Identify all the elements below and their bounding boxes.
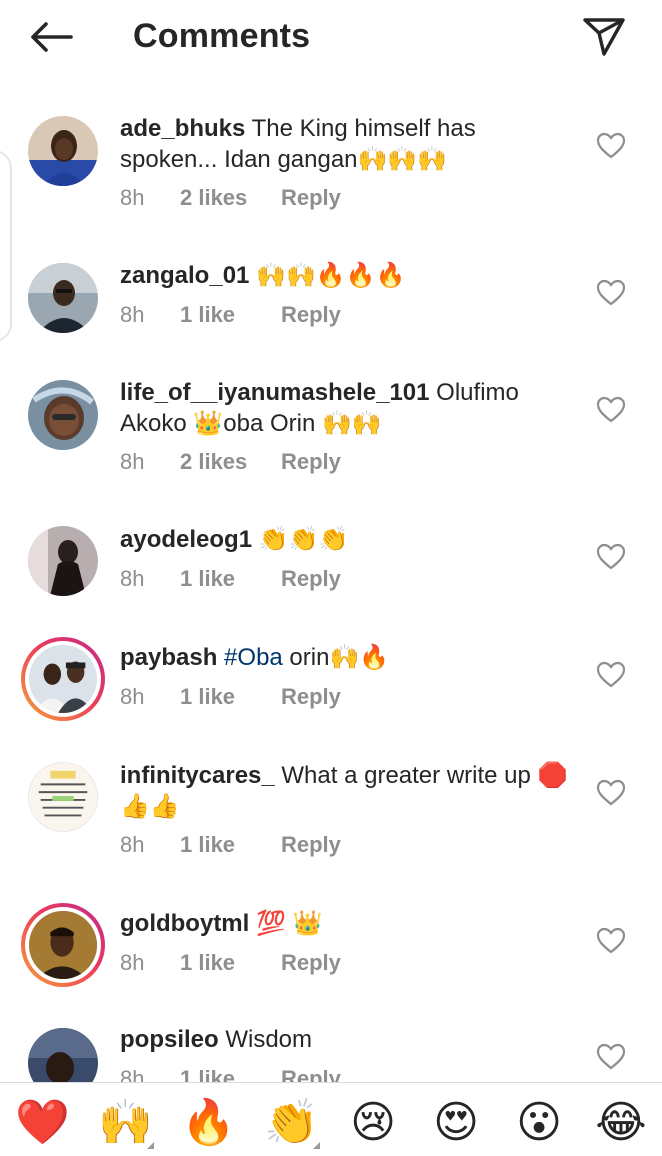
comment-item: zangalo_01 🙌🙌🔥🔥🔥 8h 1 like Reply: [0, 194, 662, 333]
share-button[interactable]: [578, 12, 630, 62]
reaction-raised-hands[interactable]: 🙌: [98, 1097, 154, 1149]
comment-likes[interactable]: 1 like: [180, 1065, 281, 1082]
hashtag-link[interactable]: #Oba: [224, 644, 283, 671]
heart-icon[interactable]: [596, 661, 626, 689]
comment-meta: 8h 1 like Reply: [120, 1065, 341, 1082]
comment-text: paybash #Oba orin🙌🔥: [120, 642, 570, 673]
reaction-heart-eyes[interactable]: 😍: [430, 1097, 482, 1149]
comment-username[interactable]: goldboytml: [120, 910, 249, 937]
comment-text: popsileo Wisdom: [120, 1024, 570, 1055]
comment-username[interactable]: life_of__iyanumashele_101: [120, 379, 430, 406]
surprised-face-icon: 😮: [516, 1098, 562, 1147]
comment-text: infinitycares_ What a greater write up 🛑…: [120, 760, 570, 822]
comment-text: zangalo_01 🙌🙌🔥🔥🔥: [120, 260, 570, 291]
reaction-clap[interactable]: 👏: [264, 1097, 320, 1149]
heart-icon[interactable]: [596, 927, 626, 955]
comment-item: infinitycares_ What a greater write up 🛑…: [0, 695, 662, 857]
reply-button[interactable]: Reply: [281, 1065, 341, 1082]
laughing-face-icon: 😂: [595, 1098, 647, 1147]
heart-icon[interactable]: [596, 779, 626, 807]
comment-item: goldboytml 💯 👑 8h 1 like Reply: [0, 843, 662, 987]
avatar[interactable]: [28, 380, 98, 450]
comment-username[interactable]: popsileo: [120, 1026, 219, 1053]
back-button[interactable]: [26, 14, 76, 60]
comment-username[interactable]: paybash: [120, 644, 217, 671]
clapping-hands-icon: 👏: [264, 1098, 319, 1147]
more-indicator: [313, 1142, 320, 1149]
quick-reaction-bar: ❤️ 🙌 🔥 👏 😢 😍 😮 😂: [0, 1082, 662, 1156]
comment-text: ayodeleog1 👏👏👏: [120, 524, 570, 555]
heart-icon[interactable]: [596, 132, 626, 160]
page-title: Comments: [133, 17, 311, 55]
heart-icon[interactable]: [596, 396, 626, 424]
top-bar: Comments: [0, 0, 662, 76]
more-indicator: [147, 1142, 154, 1149]
reaction-surprised[interactable]: 😮: [513, 1097, 565, 1149]
avatar[interactable]: [28, 116, 98, 186]
arrow-left-icon: [31, 22, 73, 52]
heart-icon[interactable]: [596, 543, 626, 571]
fire-icon: 🔥: [181, 1098, 236, 1147]
heart-icon[interactable]: [596, 279, 626, 307]
red-heart-icon: ❤️: [15, 1098, 70, 1147]
comment-username[interactable]: infinitycares_: [120, 762, 275, 789]
comment-item: paybash #Oba orin🙌🔥 8h 1 like Reply: [0, 577, 662, 721]
comment-username[interactable]: ade_bhuks: [120, 115, 245, 142]
reaction-laughing[interactable]: 😂: [595, 1097, 647, 1149]
raised-hands-icon: 🙌: [98, 1098, 153, 1147]
avatar[interactable]: [28, 762, 98, 832]
paper-plane-icon: [583, 18, 625, 56]
reaction-fire[interactable]: 🔥: [181, 1097, 236, 1149]
comment-time: 8h: [120, 1066, 145, 1082]
comment-item: life_of__iyanumashele_101 Olufimo Akoko …: [0, 312, 662, 474]
heart-icon[interactable]: [596, 1043, 626, 1071]
crying-face-icon: 😢: [350, 1098, 396, 1147]
comment-item: ade_bhuks The King himself has spoken...…: [0, 76, 662, 210]
reaction-heart[interactable]: ❤️: [15, 1097, 70, 1149]
heart-eyes-icon: 😍: [433, 1098, 479, 1147]
comment-body: orin🙌🔥: [282, 644, 390, 671]
comment-username[interactable]: zangalo_01: [120, 262, 249, 289]
comment-body: Wisdom: [218, 1026, 313, 1053]
comments-list[interactable]: ade_bhuks The King himself has spoken...…: [0, 76, 662, 1082]
comment-text: ade_bhuks The King himself has spoken...…: [120, 113, 570, 175]
comment-text: goldboytml 💯 👑: [120, 908, 570, 939]
comment-item: ayodeleog1 👏👏👏 8h 1 like Reply: [0, 460, 662, 596]
comment-body: 💯 👑: [249, 910, 323, 937]
comment-body: 👏👏👏: [252, 526, 349, 553]
comment-username[interactable]: ayodeleog1: [120, 526, 252, 553]
comment-item: popsileo Wisdom 8h 1 like Reply: [0, 961, 662, 1082]
comment-text: life_of__iyanumashele_101 Olufimo Akoko …: [120, 377, 570, 439]
comment-body: 🙌🙌🔥🔥🔥: [249, 262, 406, 289]
reaction-crying[interactable]: 😢: [347, 1097, 399, 1149]
avatar[interactable]: [28, 1028, 98, 1082]
